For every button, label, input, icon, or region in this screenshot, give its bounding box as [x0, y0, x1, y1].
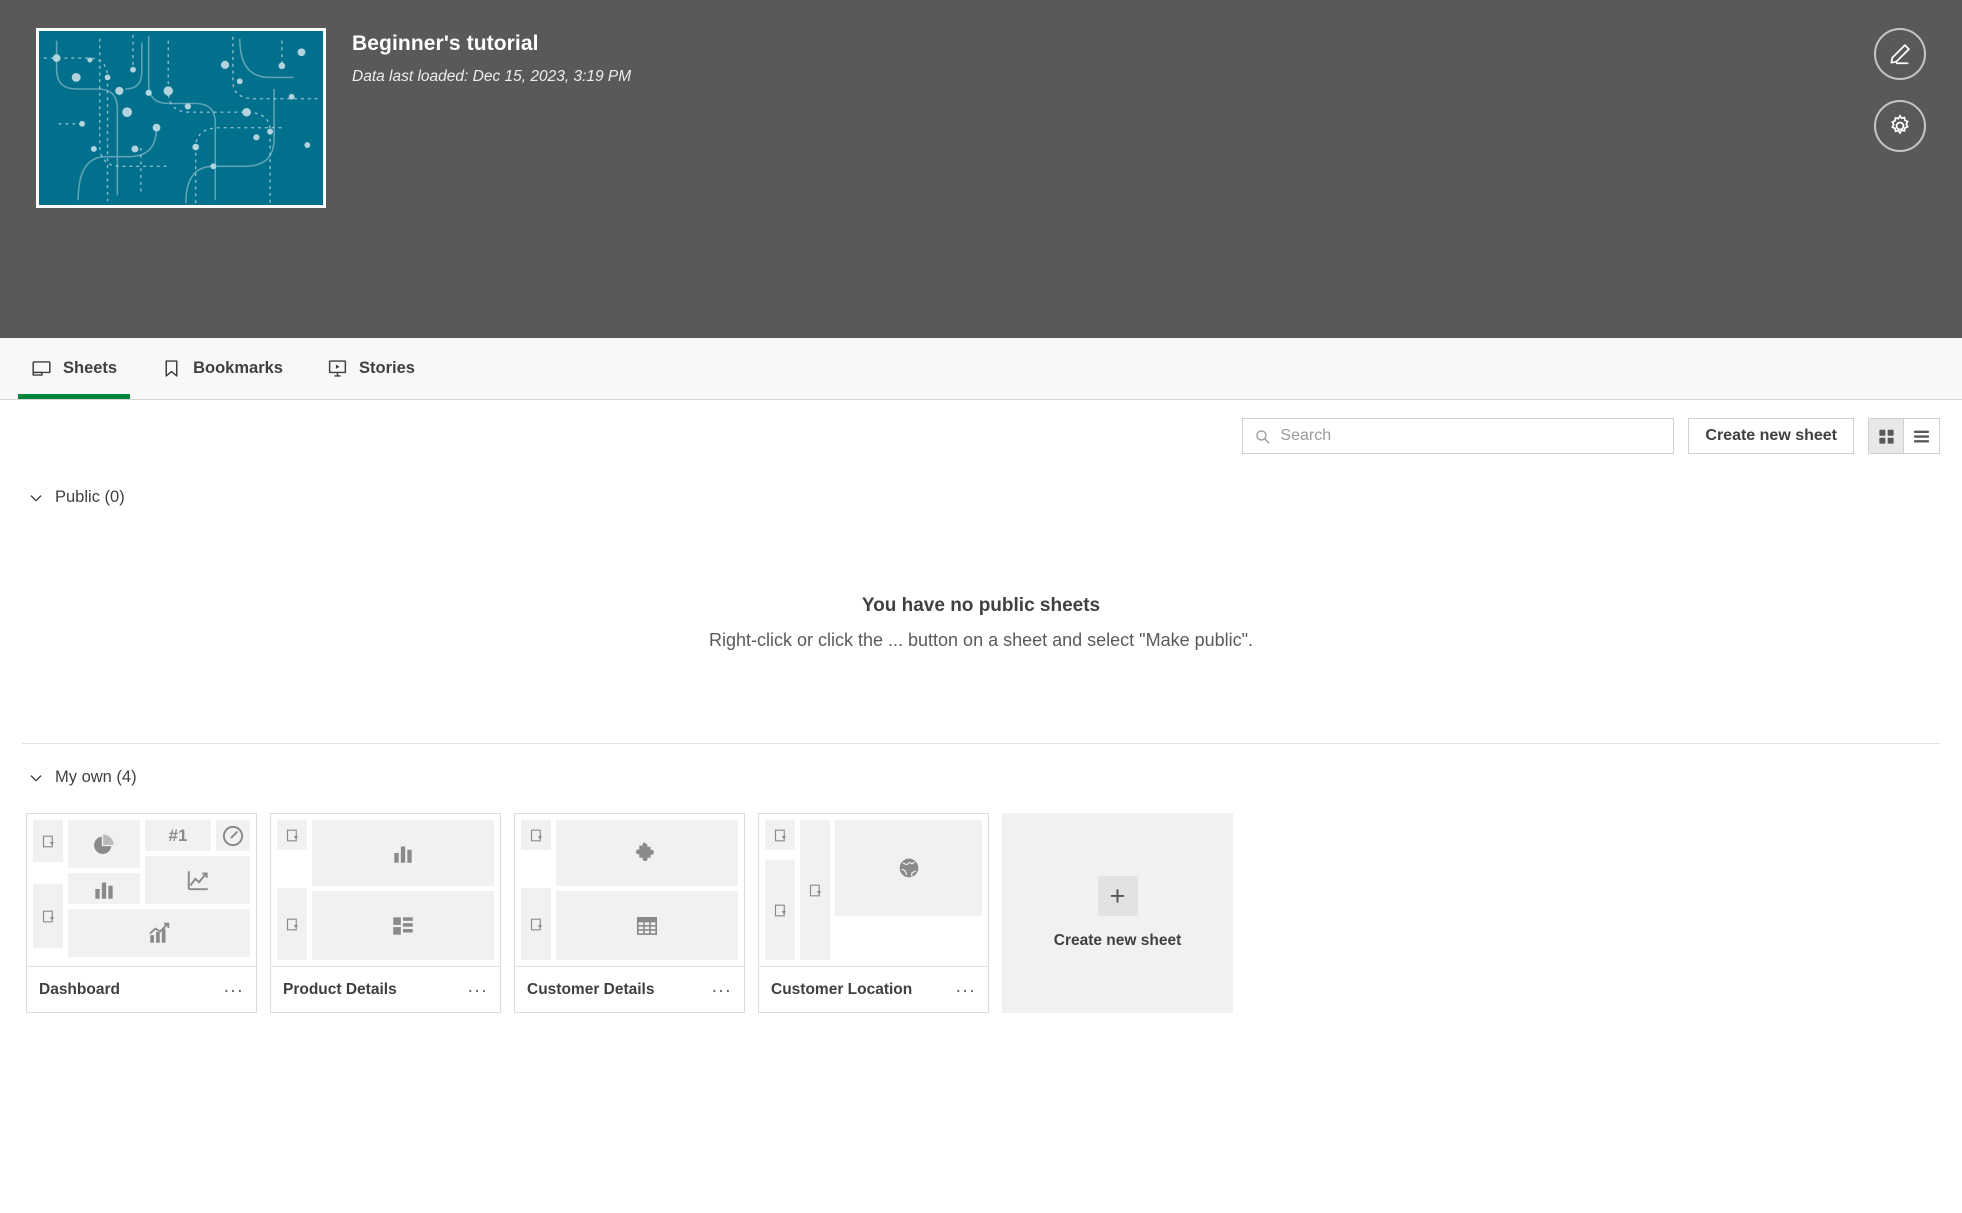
sheet-card-footer: Dashboard ...: [27, 966, 256, 1012]
sheet-title: Customer Location: [771, 980, 913, 998]
sheet-icon: [31, 358, 52, 379]
section-my-own-header[interactable]: My own (4): [0, 744, 1962, 793]
sheets-toolbar: Create new sheet: [0, 400, 1962, 464]
empty-state-subtitle: Right-click or click the ... button on a…: [708, 630, 1254, 650]
thumb-object-combo-chart: [68, 909, 250, 957]
thumb-object-filter-pane: [521, 820, 551, 850]
globe-icon: [899, 858, 918, 878]
line-chart-icon: [187, 871, 208, 891]
plus-icon: +: [1097, 876, 1138, 916]
chevron-down-icon: [30, 494, 42, 501]
app-meta: Beginner's tutorial Data last loaded: De…: [352, 28, 631, 86]
thumb-object-filter-pane: [277, 820, 307, 850]
sheet-card-footer: Product Details ...: [271, 966, 500, 1012]
sheet-menu-button[interactable]: ...: [956, 977, 976, 1002]
list-view-button[interactable]: [1904, 418, 1940, 454]
tab-bookmarks-label: Bookmarks: [193, 359, 283, 377]
thumb-object-filter-pane: [33, 820, 63, 862]
sheet-card-customer-details[interactable]: Customer Details ...: [514, 813, 745, 1013]
section-public-title: Public (0): [55, 488, 125, 506]
app-title: Beginner's tutorial: [352, 32, 539, 55]
thumb-object-bar-chart: [312, 820, 494, 886]
section-my-own-title: My own (4): [55, 768, 137, 786]
view-toggle: [1868, 418, 1940, 454]
sheet-title: Customer Details: [527, 980, 655, 998]
empty-state-title: You have no public sheets: [861, 595, 1101, 616]
sheet-thumbnail: #1: [27, 814, 256, 966]
thumb-object-filter-pane: [277, 888, 307, 960]
tab-bookmarks[interactable]: Bookmarks: [139, 338, 305, 399]
sheet-menu-button[interactable]: ...: [468, 977, 488, 1002]
public-empty-state: You have no public sheets Right-click or…: [0, 513, 1962, 743]
thumb-object-filter-pane: [521, 888, 551, 960]
combo-chart-icon: [149, 922, 170, 943]
thumb-object-gauge: [216, 820, 250, 851]
pencil-icon: [1890, 44, 1910, 65]
sheet-card-product-details[interactable]: Product Details ...: [270, 813, 501, 1013]
grid-icon: [1878, 429, 1894, 444]
thumb-object-treemap: [312, 891, 494, 960]
create-new-sheet-card-label: Create new sheet: [1053, 932, 1182, 949]
sheet-card-footer: Customer Details ...: [515, 966, 744, 1012]
puzzle-piece-icon: [636, 842, 654, 862]
create-new-sheet-button[interactable]: Create new sheet: [1688, 418, 1854, 454]
pie-chart-icon: [94, 834, 114, 854]
sheet-title: Dashboard: [39, 980, 120, 998]
tab-stories[interactable]: Stories: [305, 338, 437, 399]
sheet-card-footer: Customer Location ...: [759, 966, 988, 1012]
search-icon: [1256, 429, 1270, 444]
data-last-loaded: Data last loaded: Dec 15, 2023, 3:19 PM: [352, 68, 632, 85]
chevron-down-icon: [30, 774, 42, 781]
sheet-menu-button[interactable]: ...: [712, 977, 732, 1002]
search-box[interactable]: [1242, 418, 1675, 454]
sheet-card-list: #1 Dashboard ... Product Details ... Cus…: [0, 793, 1962, 1013]
create-new-sheet-card[interactable]: + Create new sheet: [1002, 813, 1233, 1013]
thumb-object-line-chart: [145, 856, 250, 904]
treemap-icon: [393, 916, 413, 935]
app-thumbnail-pattern: [39, 31, 323, 205]
search-input[interactable]: [1280, 427, 1663, 445]
sheet-thumbnail: [515, 814, 744, 966]
thumb-object-table: [556, 891, 738, 960]
tab-sheets[interactable]: Sheets: [9, 338, 139, 399]
thumb-object-filter-pane: [33, 884, 63, 948]
thumb-object-filter-pane: [765, 820, 795, 850]
thumb-object-bar-chart: [68, 873, 140, 904]
app-header: Beginner's tutorial Data last loaded: De…: [0, 0, 1962, 338]
sheet-thumbnail: [271, 814, 500, 966]
thumb-object-map: [835, 820, 982, 916]
bookmark-icon: [161, 358, 182, 379]
sheet-card-customer-location[interactable]: Customer Location ...: [758, 813, 989, 1013]
tabbar: Sheets Bookmarks Stories: [0, 338, 1962, 400]
bar-chart-icon: [394, 846, 412, 863]
edit-app-button[interactable]: [1874, 28, 1926, 80]
sheet-card-dashboard[interactable]: #1 Dashboard ...: [26, 813, 257, 1013]
header-actions: [1874, 28, 1926, 152]
sheet-title: Product Details: [283, 980, 397, 998]
table-icon: [636, 916, 658, 935]
gauge-icon: [222, 825, 244, 846]
section-public-header[interactable]: Public (0): [0, 464, 1962, 513]
tab-sheets-label: Sheets: [63, 359, 118, 377]
thumb-object-filter-pane: [765, 860, 795, 960]
story-icon: [327, 358, 348, 379]
thumb-object-kpi: #1: [145, 820, 211, 851]
list-icon: [1913, 430, 1930, 442]
app-settings-button[interactable]: [1874, 100, 1926, 152]
app-thumbnail: [36, 28, 326, 208]
tab-stories-label: Stories: [358, 359, 415, 377]
sheet-thumbnail: [759, 814, 988, 966]
bar-chart-icon: [95, 882, 113, 899]
grid-view-button[interactable]: [1868, 418, 1904, 454]
thumb-object-filter-pane: [800, 820, 830, 960]
thumb-object-pie-chart: [68, 820, 140, 868]
sheet-menu-button[interactable]: ...: [224, 977, 244, 1002]
gear-icon: [1891, 114, 1909, 135]
thumb-object-extension: [556, 820, 738, 886]
